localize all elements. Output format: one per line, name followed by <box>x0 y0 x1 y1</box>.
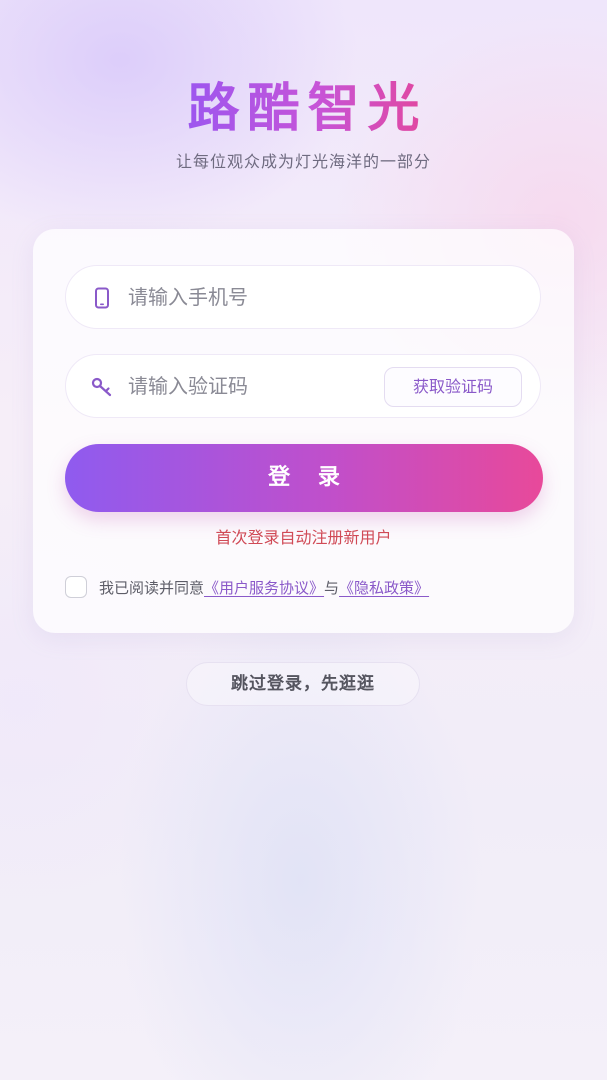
agreement-row: 我已阅读并同意 《用户服务协议》 与 《隐私政策》 <box>65 575 429 599</box>
agreement-checkbox[interactable] <box>65 576 87 598</box>
header: 路酷智光 让每位观众成为灯光海洋的一部分 <box>0 78 607 172</box>
privacy-policy-link[interactable]: 《隐私政策》 <box>339 577 429 598</box>
login-button[interactable]: 登 录 <box>65 444 543 512</box>
app-title: 路酷智光 <box>179 78 427 140</box>
agreement-prefix: 我已阅读并同意 <box>99 578 205 597</box>
agreement-conjunction: 与 <box>324 578 340 597</box>
login-card: 获取验证码 登 录 首次登录自动注册新用户 我已阅读并同意 《用户服务协议》 与… <box>33 229 574 633</box>
phone-icon <box>90 286 114 310</box>
phone-input[interactable] <box>128 266 368 328</box>
key-icon <box>90 375 114 399</box>
code-field[interactable]: 获取验证码 <box>65 354 541 418</box>
user-agreement-link[interactable]: 《用户服务协议》 <box>204 577 324 598</box>
app-slogan: 让每位观众成为灯光海洋的一部分 <box>175 152 431 171</box>
phone-field[interactable] <box>65 265 541 329</box>
skip-login-button[interactable]: 跳过登录，先逛逛 <box>186 662 420 706</box>
get-code-button[interactable]: 获取验证码 <box>384 367 522 407</box>
first-login-hint: 首次登录自动注册新用户 <box>215 528 392 547</box>
code-input[interactable] <box>128 355 368 417</box>
